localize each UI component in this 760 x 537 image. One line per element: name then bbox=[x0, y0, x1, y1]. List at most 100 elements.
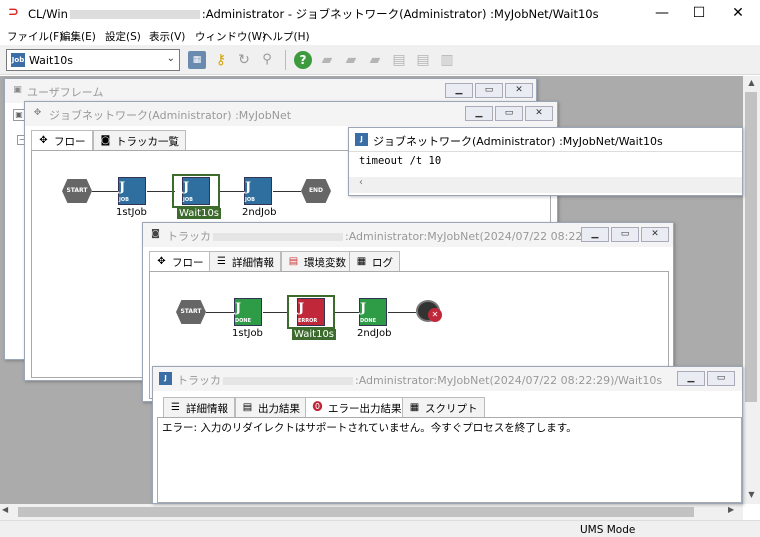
job-detail-window[interactable]: J ジョブネットワーク(Administrator) :MyJobNet/Wai… bbox=[348, 127, 743, 196]
tracker-titlebar[interactable]: ◙ トラッカ:Administrator:MyJobNet(2024/07/22… bbox=[143, 223, 673, 247]
tracker-close-button[interactable]: ✕ bbox=[641, 227, 669, 242]
redacted-hostname bbox=[223, 377, 353, 385]
details-icon: ☰ bbox=[217, 256, 226, 267]
menu-view[interactable]: 表示(V) bbox=[149, 29, 185, 44]
job-node-2ndjob-done[interactable]: J DONE bbox=[359, 298, 387, 326]
error-output-pane[interactable]: エラー: 入力のリダイレクトはサポートされていません。今すぐプロセスを終了します… bbox=[157, 417, 742, 503]
app-logo-icon: ⊃ bbox=[8, 5, 19, 20]
flow-icon: ✥ bbox=[39, 135, 48, 146]
tracker-icon: ◙ bbox=[100, 135, 111, 146]
job-node-wait10s-error[interactable]: J ERROR bbox=[297, 298, 325, 326]
menu-edit[interactable]: 編集(E) bbox=[60, 29, 96, 44]
key-icon[interactable]: ⚷ bbox=[212, 51, 230, 69]
job-detail-title: ジョブネットワーク(Administrator) :MyJobNet/Wait1… bbox=[373, 135, 663, 148]
maximize-button[interactable]: ☐ bbox=[677, 2, 721, 24]
redacted-hostname bbox=[69, 10, 200, 19]
toolbar: Job Wait10s ⌄ ▦ ⚷ ↻ ⚲ ? ▰ ▰ ▰ ▤ ▤ ▥ bbox=[0, 45, 760, 75]
close-button[interactable]: ✕ bbox=[716, 2, 760, 24]
tracker-job-titlebar[interactable]: J トラッカ:Administrator:MyJobNet(2024/07/22… bbox=[153, 367, 742, 391]
tracker-minimize-button[interactable]: ▁ bbox=[581, 227, 609, 242]
jobnet-maximize-button[interactable]: ▭ bbox=[495, 106, 523, 121]
job-label-2ndjob: 2ndJob bbox=[357, 328, 392, 339]
job-icon: J bbox=[159, 372, 172, 385]
scroll-up-icon[interactable]: ▲ bbox=[743, 78, 760, 90]
user-frame-maximize-button[interactable]: ▭ bbox=[475, 83, 503, 98]
job-icon: J bbox=[355, 133, 368, 146]
user-frame-close-button[interactable]: ✕ bbox=[505, 83, 533, 98]
tracker-job-maximize-button[interactable]: ▭ bbox=[707, 371, 735, 386]
tracker-tabs: ✥ フロー ☰ 詳細情報 ▤ 環境変数 ▦ ログ bbox=[149, 251, 669, 272]
user-frame-title: ユーザフレーム bbox=[27, 86, 104, 99]
flow-connector bbox=[335, 312, 359, 313]
user-frame-titlebar[interactable]: ▣ ユーザフレーム ▁ ▭ ✕ bbox=[5, 79, 536, 103]
tab-env-vars[interactable]: ▤ 環境変数 bbox=[281, 251, 353, 271]
script-content[interactable]: timeout /t 10 bbox=[359, 155, 441, 167]
script-icon: ▦ bbox=[409, 402, 420, 413]
tracker-job-title: トラッカ:Administrator:MyJobNet(2024/07/22 0… bbox=[177, 374, 663, 387]
tracker-title: トラッカ:Administrator:MyJobNet(2024/07/22 0… bbox=[167, 230, 605, 243]
menu-help[interactable]: ヘルプ(H) bbox=[262, 29, 310, 44]
horizontal-scroll-thumb[interactable] bbox=[18, 507, 694, 517]
chevron-down-icon[interactable]: ⌄ bbox=[167, 53, 175, 64]
flow-connector bbox=[147, 191, 175, 192]
tab-script[interactable]: ▦ スクリプト bbox=[402, 397, 485, 417]
menu-settings[interactable]: 設定(S) bbox=[105, 29, 141, 44]
error-icon: ⓿ bbox=[312, 402, 323, 413]
job-node-1stjob[interactable]: J JOB bbox=[118, 177, 146, 205]
error-output-text[interactable]: エラー: 入力のリダイレクトはサポートされていません。今すぐプロセスを終了します… bbox=[162, 420, 577, 435]
jobnet-titlebar[interactable]: ✥ ジョブネットワーク(Administrator) :MyJobNet ▁ ▭… bbox=[25, 102, 557, 126]
start-node[interactable]: START bbox=[62, 179, 92, 203]
tab-log[interactable]: ▦ ログ bbox=[349, 251, 400, 271]
jobnet-window-title: ジョブネットワーク(Administrator) :MyJobNet bbox=[49, 109, 292, 122]
user-frame-minimize-button[interactable]: ▁ bbox=[445, 83, 473, 98]
help-icon[interactable]: ? bbox=[294, 51, 312, 69]
jobnet-minimize-button[interactable]: ▁ bbox=[465, 106, 493, 121]
tracker-maximize-button[interactable]: ▭ bbox=[611, 227, 639, 242]
vertical-scroll-thumb[interactable] bbox=[745, 92, 757, 402]
redacted-hostname bbox=[213, 233, 343, 241]
details-icon: ☰ bbox=[171, 402, 180, 413]
flow-connector bbox=[92, 191, 118, 192]
calendar-add-icon[interactable]: ▥ bbox=[438, 51, 456, 69]
tab-tracker-list[interactable]: ◙ トラッカ一覧 bbox=[93, 130, 186, 150]
tracker-job-window[interactable]: J トラッカ:Administrator:MyJobNet(2024/07/22… bbox=[152, 366, 743, 504]
job-node-wait10s[interactable]: J JOB bbox=[182, 177, 210, 205]
job-icon: Job bbox=[11, 53, 25, 67]
parallel-add-icon[interactable]: ▤ bbox=[390, 51, 408, 69]
branch-add-icon[interactable]: ▰ bbox=[366, 51, 384, 69]
tab-flow[interactable]: ✥ フロー bbox=[149, 251, 211, 272]
start-node[interactable]: START bbox=[176, 300, 206, 324]
end-node[interactable]: END bbox=[301, 179, 331, 203]
toolbar-separator bbox=[285, 50, 286, 70]
menu-file[interactable]: ファイル(F) bbox=[7, 29, 63, 44]
job-label-wait10s: Wait10s bbox=[177, 208, 222, 219]
menu-window[interactable]: ウィンドウ(W) bbox=[195, 29, 266, 44]
scroll-right-icon[interactable]: ▶ bbox=[728, 505, 734, 514]
tab-flow[interactable]: ✥ フロー bbox=[31, 130, 93, 151]
jobnet-close-button[interactable]: ✕ bbox=[525, 106, 553, 121]
merge-add-icon[interactable]: ▤ bbox=[414, 51, 432, 69]
tab-error-output[interactable]: ⓿ エラー出力結果 bbox=[305, 397, 409, 418]
jobnet-select[interactable]: Job Wait10s ⌄ bbox=[6, 49, 180, 71]
status-bar: UMS Mode bbox=[0, 520, 760, 537]
tab-details[interactable]: ☰ 詳細情報 bbox=[163, 397, 235, 417]
jobnet-open-icon[interactable]: ▦ bbox=[188, 51, 206, 69]
scroll-down-icon[interactable]: ▼ bbox=[743, 490, 760, 502]
status-mode: UMS Mode bbox=[580, 524, 636, 536]
job-add-icon[interactable]: ▰ bbox=[318, 51, 336, 69]
job-label-wait10s: Wait10s bbox=[292, 329, 337, 340]
tab-details[interactable]: ☰ 詳細情報 bbox=[209, 251, 281, 271]
search-icon[interactable]: ⚲ bbox=[258, 51, 276, 69]
detail-hscrollbar[interactable] bbox=[349, 177, 742, 193]
tab-output[interactable]: ▤ 出力結果 bbox=[235, 397, 307, 417]
job-node-1stjob-done[interactable]: J DONE bbox=[234, 298, 262, 326]
tracker-job-minimize-button[interactable]: ▁ bbox=[677, 371, 705, 386]
env-vars-icon: ▤ bbox=[288, 256, 299, 267]
jobnet-add-icon[interactable]: ▰ bbox=[342, 51, 360, 69]
job-node-2ndjob[interactable]: J JOB bbox=[244, 177, 272, 205]
scroll-left-icon[interactable]: ‹ bbox=[359, 177, 363, 188]
flow-connector bbox=[263, 312, 287, 313]
scroll-left-icon[interactable]: ◀ bbox=[2, 505, 8, 514]
job-detail-titlebar[interactable]: J ジョブネットワーク(Administrator) :MyJobNet/Wai… bbox=[349, 128, 742, 152]
refresh-icon[interactable]: ↻ bbox=[235, 51, 253, 69]
